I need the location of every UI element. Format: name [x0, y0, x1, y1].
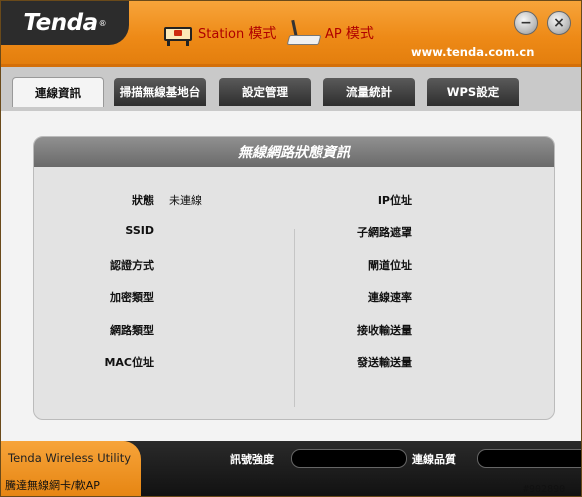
signal-strength-meter — [291, 449, 407, 468]
tab-bar: 連線資訊 掃描無線基地台 設定管理 流量統計 WPS設定 — [1, 67, 581, 111]
tenda-logo: Tenda ® — [1, 1, 129, 45]
app-window: Tenda ® Station 模式 AP 模式 www.tenda.com.cn — [0, 0, 582, 497]
panel-title: 無線網路狀態資訊 — [238, 145, 350, 161]
tab-connection-info[interactable]: 連線資訊 — [12, 77, 104, 107]
minimize-button[interactable]: − — [514, 11, 538, 35]
watermark-id: #902890 — [523, 484, 566, 495]
ap-mode-suffix: 模式 — [345, 26, 374, 42]
tab-scan-ap[interactable]: 掃描無線基地台 — [114, 78, 206, 106]
logo-text: Tenda — [23, 10, 98, 36]
link-quality-meter — [477, 449, 581, 468]
label-gateway: 閘道位址 — [368, 259, 412, 272]
footer-bar: Tenda Wireless Utility 騰達無線網卡/軟AP 訊號強度 連… — [1, 441, 581, 496]
link-quality-label: 連線品質 — [412, 453, 456, 466]
logo-registered-mark: ® — [98, 18, 107, 28]
label-encryption-type: 加密類型 — [110, 291, 154, 304]
station-adapter-icon — [162, 19, 194, 47]
tab-wps[interactable]: WPS設定 — [427, 78, 519, 106]
product-name: Tenda Wireless Utility — [8, 451, 132, 465]
website-url: www.tenda.com.cn — [411, 45, 535, 59]
station-mode-name: Station — [198, 27, 245, 42]
station-mode-button[interactable]: Station 模式 — [162, 19, 276, 47]
footer-brand: Tenda Wireless Utility 騰達無線網卡/軟AP — [1, 441, 141, 496]
label-rx-throughput: 接收輸送量 — [357, 324, 412, 337]
label-status: 狀態 — [132, 194, 154, 207]
status-panel: 無線網路狀態資訊 狀態 未連線 SSID 認證方式 加密類型 網路類型 MAC位… — [33, 136, 555, 420]
label-network-type: 網路類型 — [110, 324, 154, 337]
column-divider — [294, 229, 295, 407]
station-mode-suffix: 模式 — [248, 26, 277, 42]
signal-strength-label: 訊號強度 — [230, 453, 274, 466]
value-status: 未連線 — [169, 194, 202, 207]
label-ssid: SSID — [125, 224, 154, 237]
label-tx-throughput: 發送輸送量 — [357, 356, 412, 369]
header-bar: Tenda ® Station 模式 AP 模式 www.tenda.com.cn — [1, 1, 581, 67]
label-auth-method: 認證方式 — [110, 259, 154, 272]
label-link-speed: 連線速率 — [368, 291, 412, 304]
label-mac-address: MAC位址 — [104, 356, 154, 369]
product-subtitle: 騰達無線網卡/軟AP — [5, 479, 100, 492]
label-subnet-mask: 子網路遮罩 — [357, 226, 412, 239]
access-point-icon — [286, 19, 322, 47]
ap-mode-button[interactable]: AP 模式 — [286, 19, 374, 47]
ap-mode-name: AP — [325, 27, 342, 42]
label-ip-address: IP位址 — [377, 194, 412, 207]
minimize-icon: − — [520, 15, 532, 31]
tab-traffic-stats[interactable]: 流量統計 — [323, 78, 415, 106]
tab-settings[interactable]: 設定管理 — [219, 78, 311, 106]
content-area: 無線網路狀態資訊 狀態 未連線 SSID 認證方式 加密類型 網路類型 MAC位… — [1, 111, 581, 441]
close-icon: × — [553, 15, 565, 31]
ap-mode-label: AP 模式 — [325, 23, 374, 43]
close-button[interactable]: × — [547, 11, 571, 35]
panel-header: 無線網路狀態資訊 — [34, 137, 554, 167]
station-mode-label: Station 模式 — [198, 23, 276, 43]
